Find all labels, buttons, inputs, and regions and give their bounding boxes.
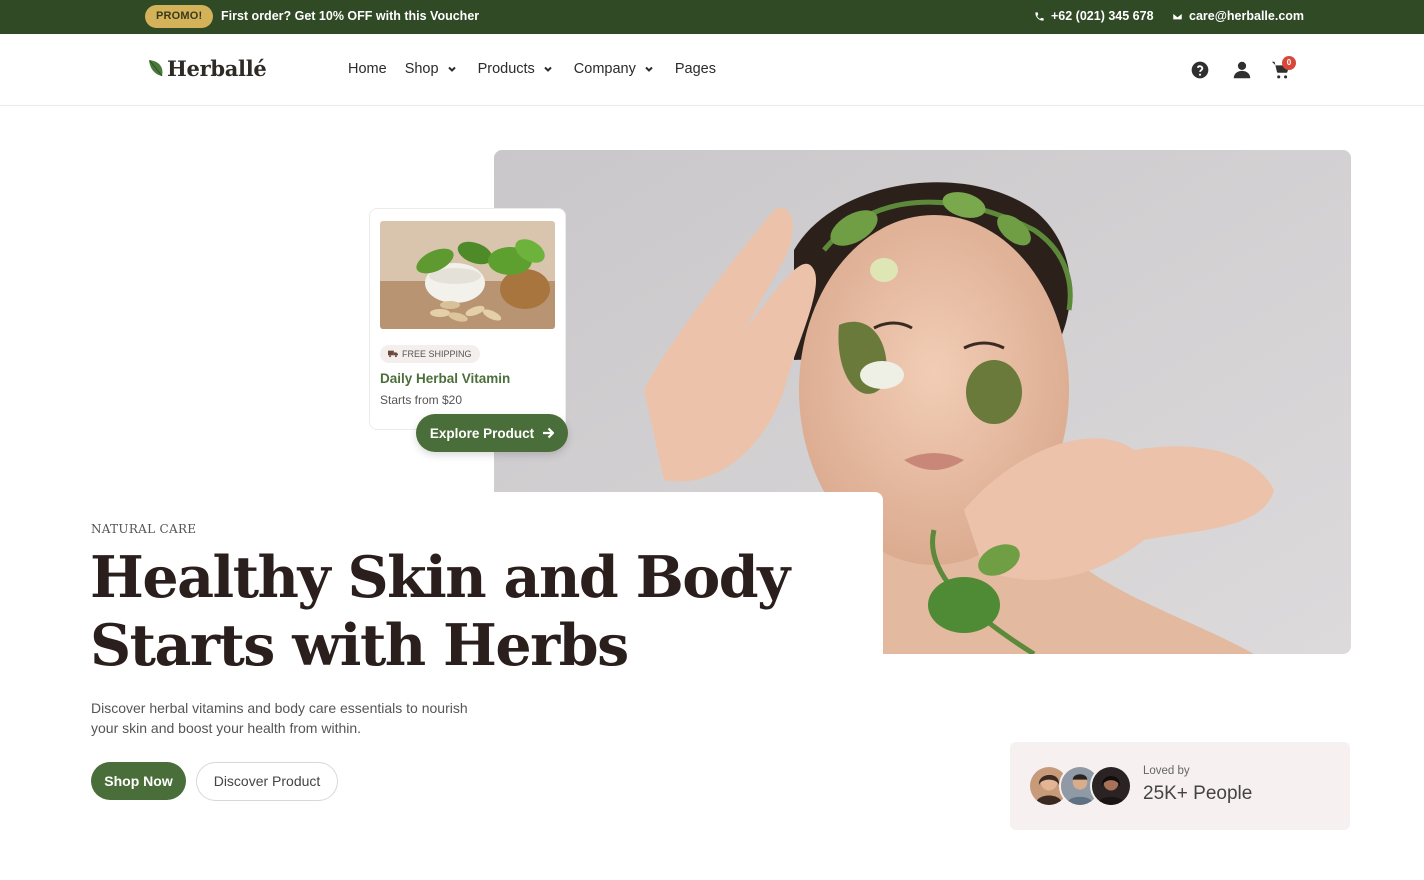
leaf-logo-icon	[149, 59, 163, 76]
arrow-right-icon	[543, 427, 555, 439]
nav-shop[interactable]: Shop	[405, 61, 457, 77]
hero-description: Discover herbal vitamins and body care e…	[91, 700, 468, 736]
truck-icon	[388, 350, 398, 358]
logo[interactable]: Herballé	[147, 56, 267, 81]
nav-company[interactable]: Company	[574, 61, 654, 77]
free-shipping-badge: FREE SHIPPING	[380, 345, 480, 363]
loved-by-count: 25K+ People	[1143, 783, 1253, 804]
chevron-down-icon	[645, 66, 653, 72]
loved-by-label: Loved by	[1143, 765, 1190, 777]
nav-pages-label: Pages	[674, 61, 716, 77]
cart-count-badge: 0	[1282, 56, 1296, 70]
nav-home[interactable]: Home	[348, 60, 387, 77]
hero-headline-line-2: Starts with Herbs	[90, 612, 629, 679]
discover-product-button[interactable]: Discover Product	[196, 762, 338, 801]
free-shipping-label: FREE SHIPPING	[402, 349, 472, 359]
email-address: care@herballe.com	[1189, 9, 1305, 23]
phone-icon	[1035, 11, 1044, 21]
avatar-group	[1028, 765, 1138, 809]
hero-headline-line-1: Healthy Skin and Body	[90, 544, 790, 611]
email-contact[interactable]: care@herballe.com	[1172, 9, 1304, 23]
nav-company-label: Company	[573, 61, 636, 77]
phone-number: +62 (021) 345 678	[1051, 9, 1154, 23]
nav-home-label: Home	[348, 60, 387, 77]
avatar	[1090, 765, 1132, 807]
explore-product-label: Explore Product	[429, 425, 535, 441]
site-header: Herballé Home Shop Products Company Page…	[0, 34, 1424, 106]
chevron-down-icon	[544, 66, 552, 72]
hero-headline: Healthy Skin and Body Starts with Herbs	[90, 544, 790, 680]
shop-now-button[interactable]: Shop Now	[91, 762, 186, 800]
nav-products-label: Products	[477, 61, 535, 77]
main-nav: Home Shop Products Company Pages	[348, 60, 716, 78]
featured-product-card[interactable]: FREE SHIPPING Daily Herbal Vitamin Start…	[369, 208, 566, 430]
promo-text[interactable]: First order? Get 10% OFF with this Vouch…	[221, 9, 479, 23]
phone-contact[interactable]: +62 (021) 345 678	[1034, 9, 1154, 23]
hero-eyebrow: NATURAL CARE	[91, 522, 197, 536]
chevron-down-icon	[447, 66, 456, 72]
mail-icon	[1172, 12, 1183, 20]
explore-product-button[interactable]: Explore Product	[416, 414, 568, 452]
user-icon	[1233, 61, 1251, 79]
nav-products[interactable]: Products	[478, 61, 553, 77]
product-title[interactable]: Daily Herbal Vitamin	[380, 371, 510, 386]
product-image	[380, 221, 555, 329]
help-button[interactable]	[1190, 60, 1210, 80]
social-proof-card: Loved by 25K+ People	[1010, 742, 1350, 830]
logo-text: Herballé	[167, 56, 267, 81]
nav-pages[interactable]: Pages	[675, 61, 716, 77]
promo-badge: PROMO!	[145, 5, 214, 28]
account-button[interactable]	[1231, 59, 1253, 81]
help-icon	[1191, 61, 1209, 79]
nav-shop-label: Shop	[404, 61, 439, 77]
product-price: Starts from $20	[380, 393, 463, 407]
promo-bar: PROMO! First order? Get 10% OFF with thi…	[0, 0, 1424, 34]
